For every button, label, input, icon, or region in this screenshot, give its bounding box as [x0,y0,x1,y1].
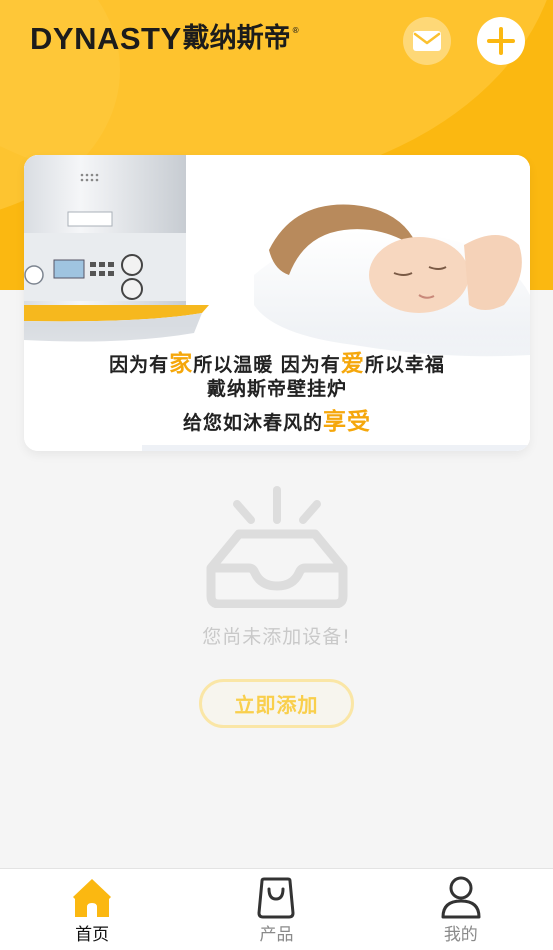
slogan-text: 所以幸福 [364,354,445,376]
brand-logo: DYNASTY 戴纳斯帝 ® [30,22,300,56]
logo-text-en: DYNASTY [30,21,182,56]
plus-icon [487,27,515,55]
add-device-header-button[interactable] [477,17,525,65]
slogan-text: 所以温暖 因为有 [193,354,341,376]
slogan-text: 因为有 [109,354,170,376]
banner-slogan-line-1: 因为有家所以温暖 因为有爱所以幸福 [24,344,530,378]
tab-mine[interactable]: 我的 [369,869,553,950]
tab-products[interactable]: 产品 [184,869,368,950]
tab-mine-label: 我的 [443,925,478,945]
user-icon [441,876,481,919]
bottom-tab-bar: 首页 产品 我的 [0,868,553,950]
logo-registered-mark: ® [291,26,300,35]
promo-banner[interactable]: 因为有家所以温暖 因为有爱所以幸福 戴纳斯帝壁挂炉 给您如沐春风的享受 [24,155,530,451]
tab-products-label: 产品 [259,925,294,945]
logo-text-cn: 戴纳斯帝 [182,23,291,54]
empty-state-message: 您尚未添加设备! [202,626,351,648]
slogan-text: 给您如沐春风的 [182,412,323,434]
mail-icon [413,31,441,51]
slogan-highlight: 享受 [323,409,371,435]
tab-home[interactable]: 首页 [0,869,184,950]
bag-icon [257,877,295,919]
tab-home-label: 首页 [75,925,110,945]
messages-button[interactable] [403,17,451,65]
home-icon [73,879,112,917]
banner-slogan-line-3: 给您如沐春风的享受 [24,402,530,436]
empty-inbox-icon [206,486,348,608]
home-screen: DYNASTY 戴纳斯帝 ® 因为有家所以温暖 因为有爱所以幸福 戴纳斯帝壁挂炉… [0,0,553,950]
add-device-button[interactable]: 立即添加 [199,679,354,728]
banner-slogan-line-2: 戴纳斯帝壁挂炉 [206,378,347,400]
